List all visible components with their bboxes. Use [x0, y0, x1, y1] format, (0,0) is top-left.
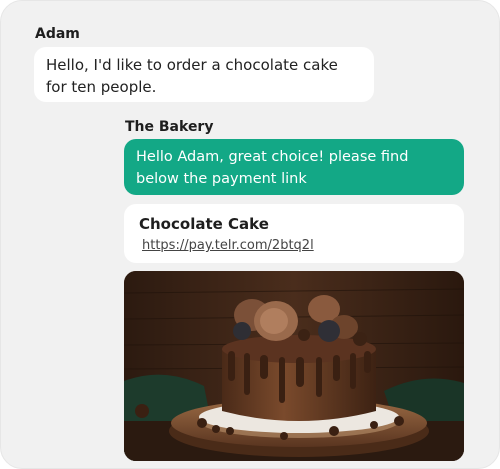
chat-panel: Adam Hello, I'd like to order a chocolat… [0, 0, 500, 469]
payment-link-card[interactable]: Chocolate Cake https://pay.telr.com/2btq… [124, 204, 464, 263]
payment-link-title: Chocolate Cake [139, 215, 269, 233]
cake-illustration [124, 271, 464, 461]
business-message-bubble: Hello Adam, great choice! please find be… [124, 139, 464, 195]
customer-sender-name: Adam [35, 26, 80, 42]
cake-photo[interactable] [124, 271, 464, 461]
business-sender-name: The Bakery [125, 119, 214, 135]
customer-message-bubble: Hello, I'd like to order a chocolate cak… [34, 47, 374, 102]
payment-link-url[interactable]: https://pay.telr.com/2btq2l [142, 236, 314, 256]
